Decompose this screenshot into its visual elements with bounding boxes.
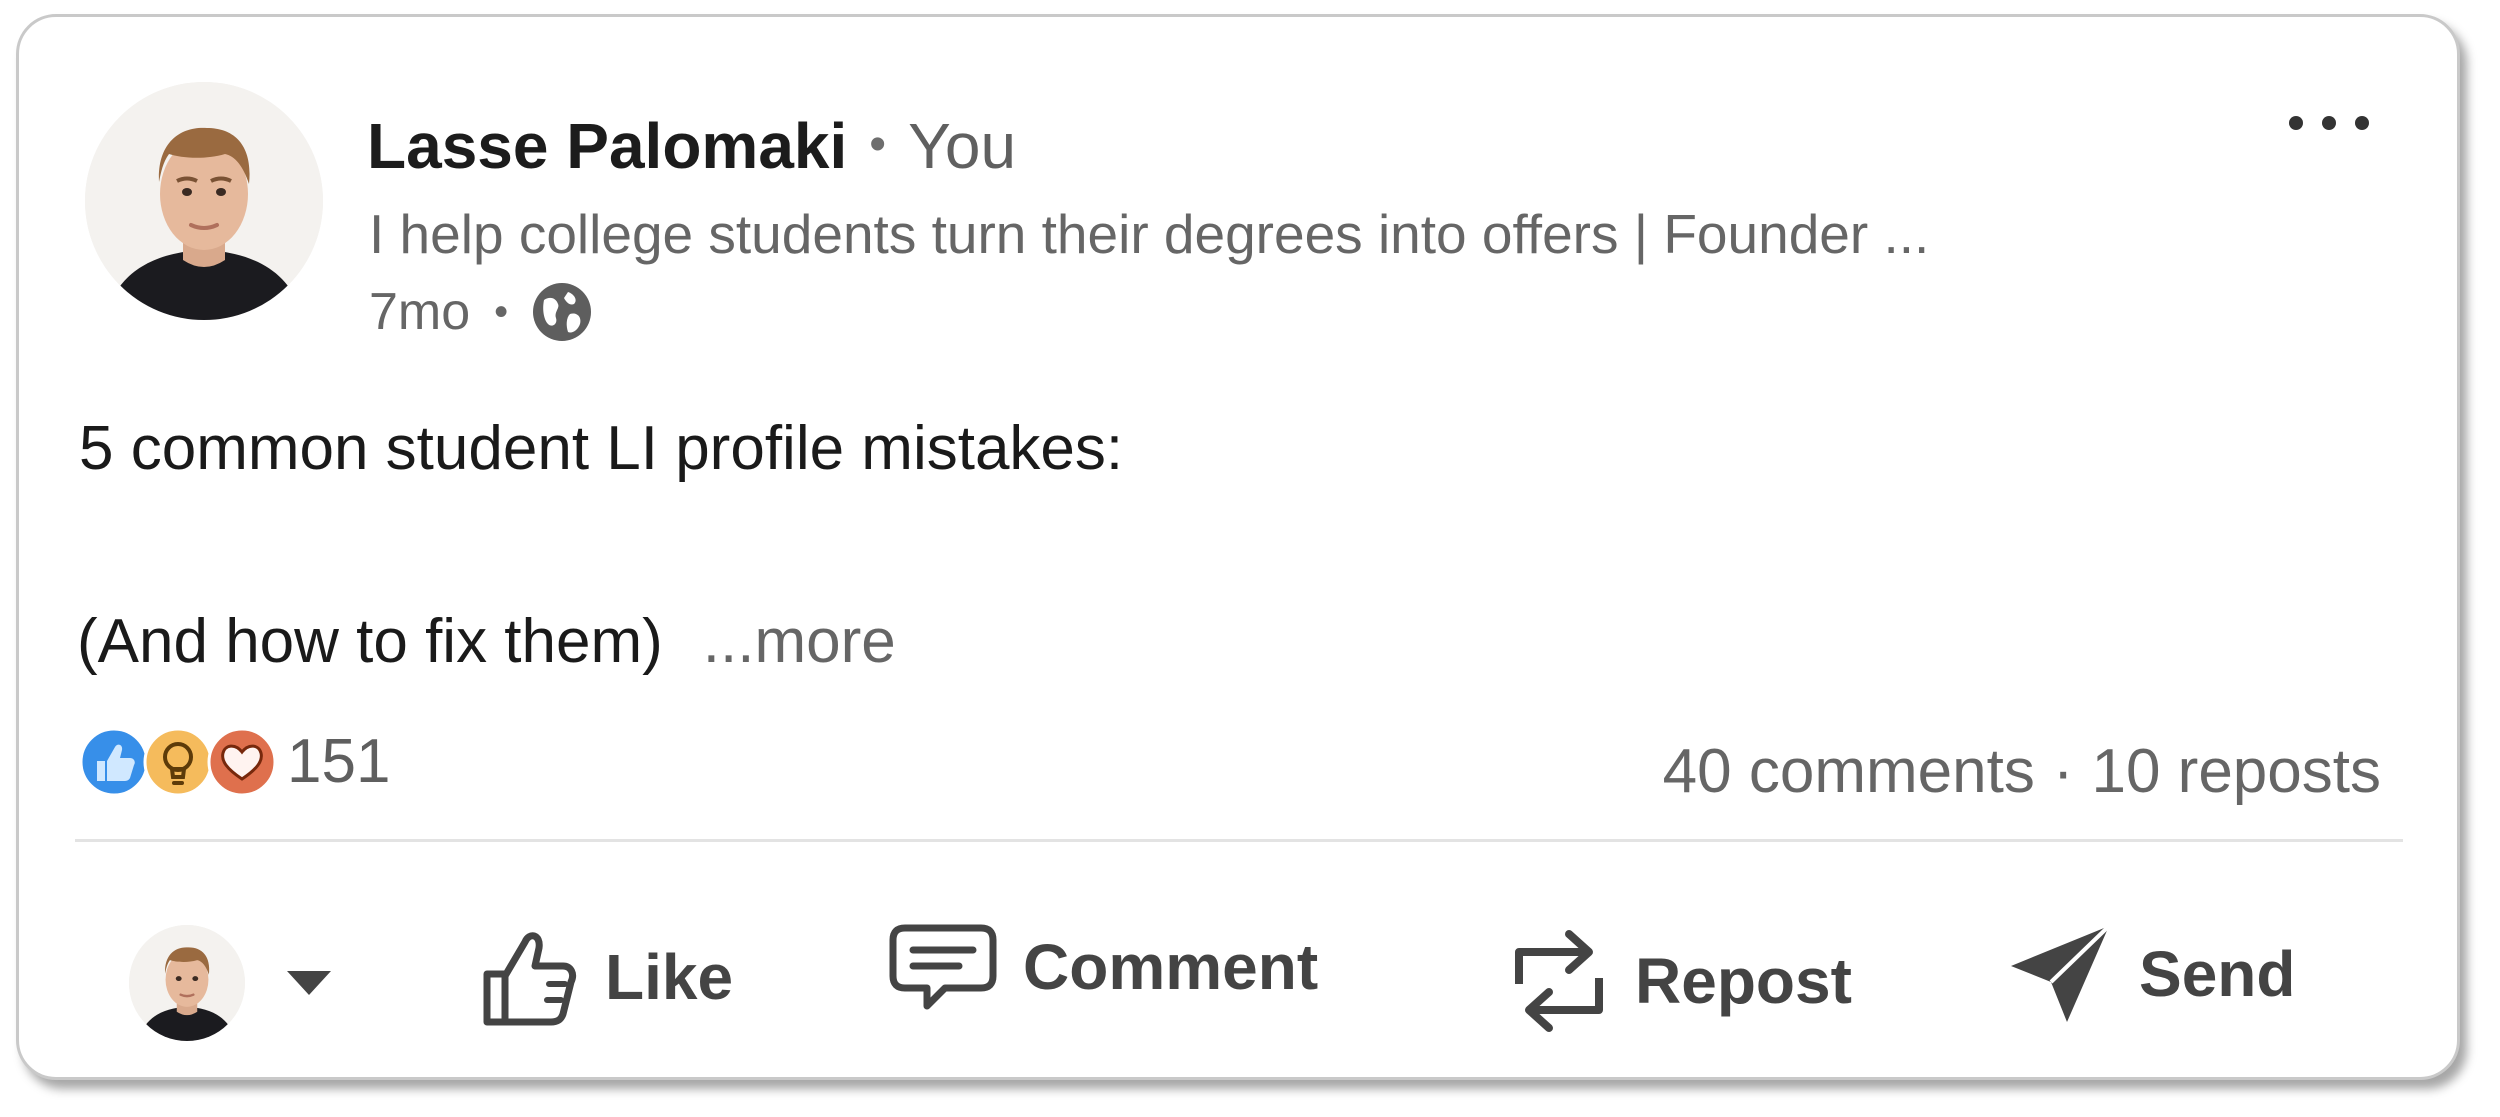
author-headline: I help college students turn their degre…: [369, 203, 1930, 265]
author-line: Lasse Palomaki • You: [367, 105, 1016, 186]
love-reaction-icon: [207, 727, 277, 797]
name-separator: •: [869, 118, 887, 171]
comments-count[interactable]: 40 comments: [1663, 737, 2035, 806]
post-stats: 40 comments · 10 reposts: [1663, 732, 2381, 812]
comment-button[interactable]: Comment: [889, 922, 1318, 1012]
comment-label: Comment: [1023, 931, 1319, 1003]
send-icon: [2011, 924, 2111, 1022]
post-time: 7mo: [369, 283, 471, 341]
author-avatar[interactable]: [85, 82, 323, 320]
thumbs-up-icon: [483, 932, 577, 1026]
stats-separator: ·: [2052, 737, 2074, 806]
chevron-down-icon: [287, 971, 331, 995]
connection-degree: You: [908, 110, 1017, 182]
reposts-count[interactable]: 10 reposts: [2091, 737, 2381, 806]
repost-button[interactable]: Repost: [1509, 922, 1852, 1040]
repost-icon: [1515, 930, 1603, 1032]
author-name[interactable]: Lasse Palomaki: [367, 110, 847, 182]
see-more-link[interactable]: ...more: [663, 607, 896, 676]
divider: [75, 839, 2403, 842]
post-text-line2-content: (And how to fix them): [77, 607, 663, 676]
author-photo: [85, 82, 323, 320]
post-text-line2: (And how to fix them) ...more: [77, 602, 896, 682]
post-card: Lasse Palomaki • You I help college studen…: [16, 14, 2460, 1080]
like-button[interactable]: Like: [479, 922, 733, 1032]
actor-selector[interactable]: [129, 925, 333, 1041]
post-meta: 7mo •: [369, 277, 594, 347]
reactions-summary[interactable]: 151: [79, 722, 390, 802]
send-button[interactable]: Send: [2009, 922, 2295, 1026]
reaction-icons: [79, 727, 279, 797]
post-text-line1: 5 common student LI profile mistakes:: [79, 414, 1124, 483]
more-options-icon[interactable]: [2289, 103, 2369, 143]
send-label: Send: [2139, 938, 2296, 1010]
like-label: Like: [605, 941, 734, 1013]
actor-photo: [129, 925, 245, 1041]
globe-icon: [533, 283, 592, 341]
repost-label: Repost: [1635, 945, 1852, 1017]
insightful-reaction-icon: [143, 727, 213, 797]
like-reaction-icon: [79, 727, 149, 797]
comment-icon: [889, 924, 997, 1010]
reaction-count: 151: [287, 727, 391, 796]
meta-separator: •: [494, 290, 509, 334]
actor-avatar: [129, 925, 245, 1041]
